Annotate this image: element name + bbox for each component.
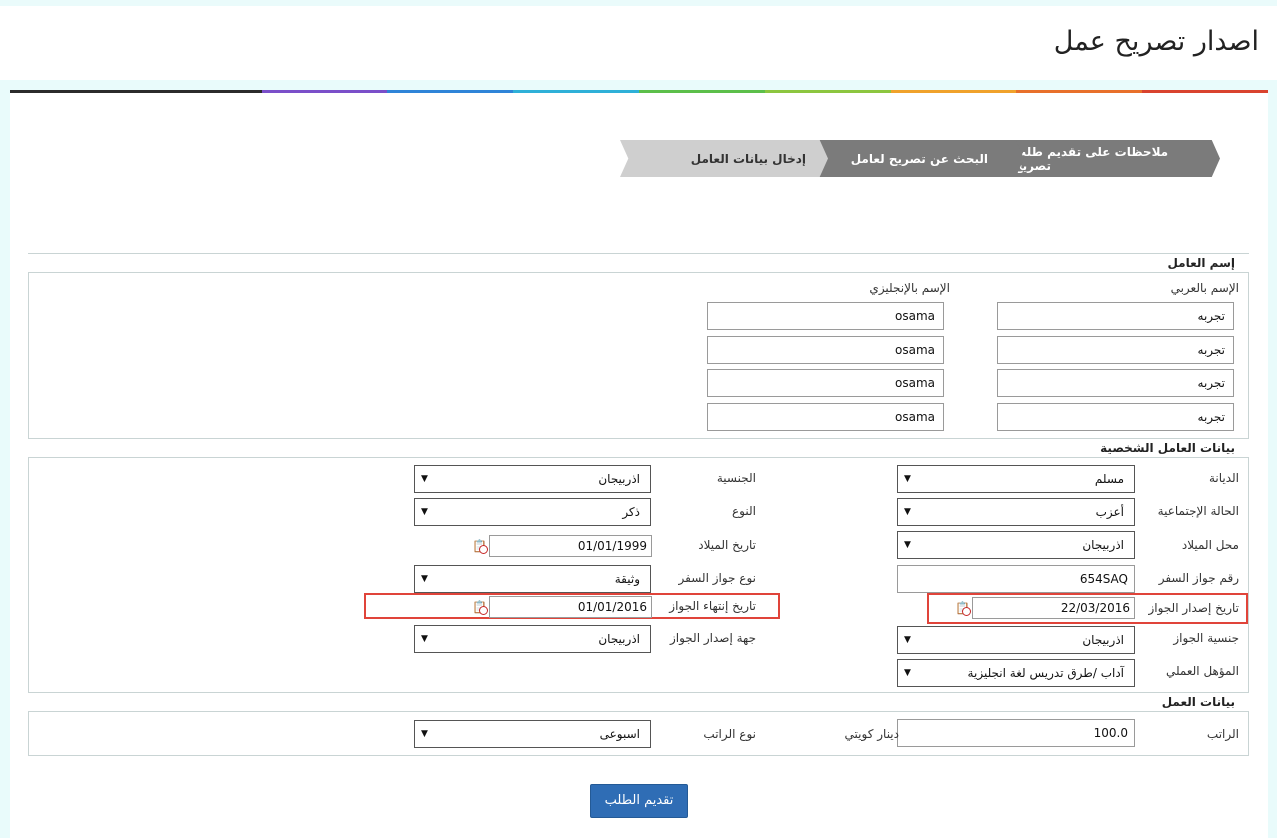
color-rule (10, 90, 1268, 93)
salary-type-value: اسبوعى (599, 727, 640, 741)
marital-status-value: أعزب (1095, 505, 1124, 519)
chevron-down-icon: ▼ (421, 507, 428, 517)
gender-label: النوع (732, 504, 756, 518)
step-search[interactable]: البحث عن تصريح لعامل (818, 140, 1024, 177)
marital-status-label: الحالة الإجتماعية (1157, 504, 1239, 518)
nationality-select[interactable]: اذربيجان ▼ (414, 465, 651, 493)
chevron-down-icon: ▼ (421, 634, 428, 644)
passport-type-select[interactable]: وثيقة ▼ (414, 565, 651, 593)
english-name-field-3[interactable]: osama (707, 369, 944, 397)
arabic-name-field-1[interactable]: تجربه (997, 302, 1234, 330)
chevron-down-icon: ▼ (904, 540, 911, 550)
step-search-label: البحث عن تصريح لعامل (850, 151, 988, 166)
gender-value: ذكر (622, 505, 640, 519)
passport-nationality-label: جنسية الجواز (1173, 631, 1239, 645)
passport-issuer-label: جهة إصدار الجواز (669, 631, 756, 645)
step-notes-label: ملاحظات على تقديم طلب تصريح (1014, 144, 1169, 173)
birth-date-field[interactable]: 01/01/1999 (489, 535, 652, 557)
birth-place-label: محل الميلاد (1181, 538, 1239, 552)
english-name-label: الإسم بالإنجليزي (869, 281, 950, 295)
chevron-down-icon: ▼ (904, 668, 911, 678)
passport-issuer-value: اذربيجان (598, 632, 640, 646)
religion-select[interactable]: مسلم ▼ (897, 465, 1135, 493)
english-name-field-2[interactable]: osama (707, 336, 944, 364)
chevron-down-icon: ▼ (421, 474, 428, 484)
passport-issue-date-label: تاريخ إصدار الجواز (1148, 601, 1239, 615)
nationality-label: الجنسية (716, 471, 756, 485)
english-name-field-4[interactable]: osama (707, 403, 944, 431)
salary-field[interactable]: 100.0 (897, 719, 1135, 747)
arabic-name-field-3[interactable]: تجربه (997, 369, 1234, 397)
chevron-down-icon: ▼ (421, 574, 428, 584)
salary-type-select[interactable]: اسبوعى ▼ (414, 720, 651, 748)
calendar-icon[interactable]: 📋 (472, 600, 488, 615)
arabic-name-field-2[interactable]: تجربه (997, 336, 1234, 364)
chevron-down-icon: ▼ (904, 474, 911, 484)
birth-place-select[interactable]: اذربيجان ▼ (897, 531, 1135, 559)
section-work: بيانات العمل (28, 692, 1249, 712)
gender-select[interactable]: ذكر ▼ (414, 498, 651, 526)
qualification-label: المؤهل العملي (1165, 664, 1239, 678)
passport-expiry-date-field[interactable]: 01/01/2016 (489, 596, 652, 618)
step-notes[interactable]: ملاحظات على تقديم طلب تصريح (1014, 140, 1220, 177)
page-header: اصدار تصريح عمل (0, 6, 1277, 80)
chevron-down-icon: ▼ (421, 729, 428, 739)
chevron-down-icon: ▼ (904, 507, 911, 517)
salary-type-label: نوع الراتب (703, 727, 756, 741)
salary-label: الراتب (1206, 727, 1239, 741)
page-title: اصدار تصريح عمل (1053, 26, 1259, 57)
salary-currency: دينار كويتي (844, 727, 899, 741)
nationality-value: اذربيجان (598, 472, 640, 486)
step-enter-data-label: إدخال بيانات العامل (690, 151, 806, 166)
passport-type-label: نوع جواز السفر (678, 571, 756, 585)
passport-type-value: وثيقة (614, 572, 640, 586)
passport-nationality-select[interactable]: اذربيجان ▼ (897, 626, 1135, 654)
religion-value: مسلم (1094, 472, 1124, 486)
marital-status-select[interactable]: أعزب ▼ (897, 498, 1135, 526)
passport-issuer-select[interactable]: اذربيجان ▼ (414, 625, 651, 653)
birth-date-label: تاريخ الميلاد (698, 538, 756, 552)
passport-expiry-date-label: تاريخ إنتهاء الجواز (669, 599, 756, 613)
birth-place-value: اذربيجان (1082, 538, 1124, 552)
passport-issue-date-field[interactable]: 22/03/2016 (972, 597, 1135, 619)
submit-button[interactable]: تقديم الطلب (590, 784, 688, 818)
passport-no-field[interactable]: 654SAQ (897, 565, 1135, 593)
english-name-field-1[interactable]: osama (707, 302, 944, 330)
section-worker-name: إسم العامل (28, 253, 1249, 273)
arabic-name-label: الإسم بالعربي (1170, 281, 1239, 295)
step-enter-data[interactable]: إدخال بيانات العامل (620, 140, 828, 177)
religion-label: الديانة (1208, 471, 1239, 485)
calendar-icon[interactable]: 📋 (472, 539, 488, 554)
section-personal: بيانات العامل الشخصية (28, 438, 1249, 458)
chevron-down-icon: ▼ (904, 635, 911, 645)
qualification-value: آداب /طرق تدريس لغة انجليزية (967, 666, 1124, 680)
passport-no-label: رقم جواز السفر (1158, 571, 1239, 585)
calendar-icon[interactable]: 📋 (955, 601, 971, 616)
qualification-select[interactable]: آداب /طرق تدريس لغة انجليزية ▼ (897, 659, 1135, 687)
arabic-name-field-4[interactable]: تجربه (997, 403, 1234, 431)
passport-nationality-value: اذربيجان (1082, 633, 1124, 647)
